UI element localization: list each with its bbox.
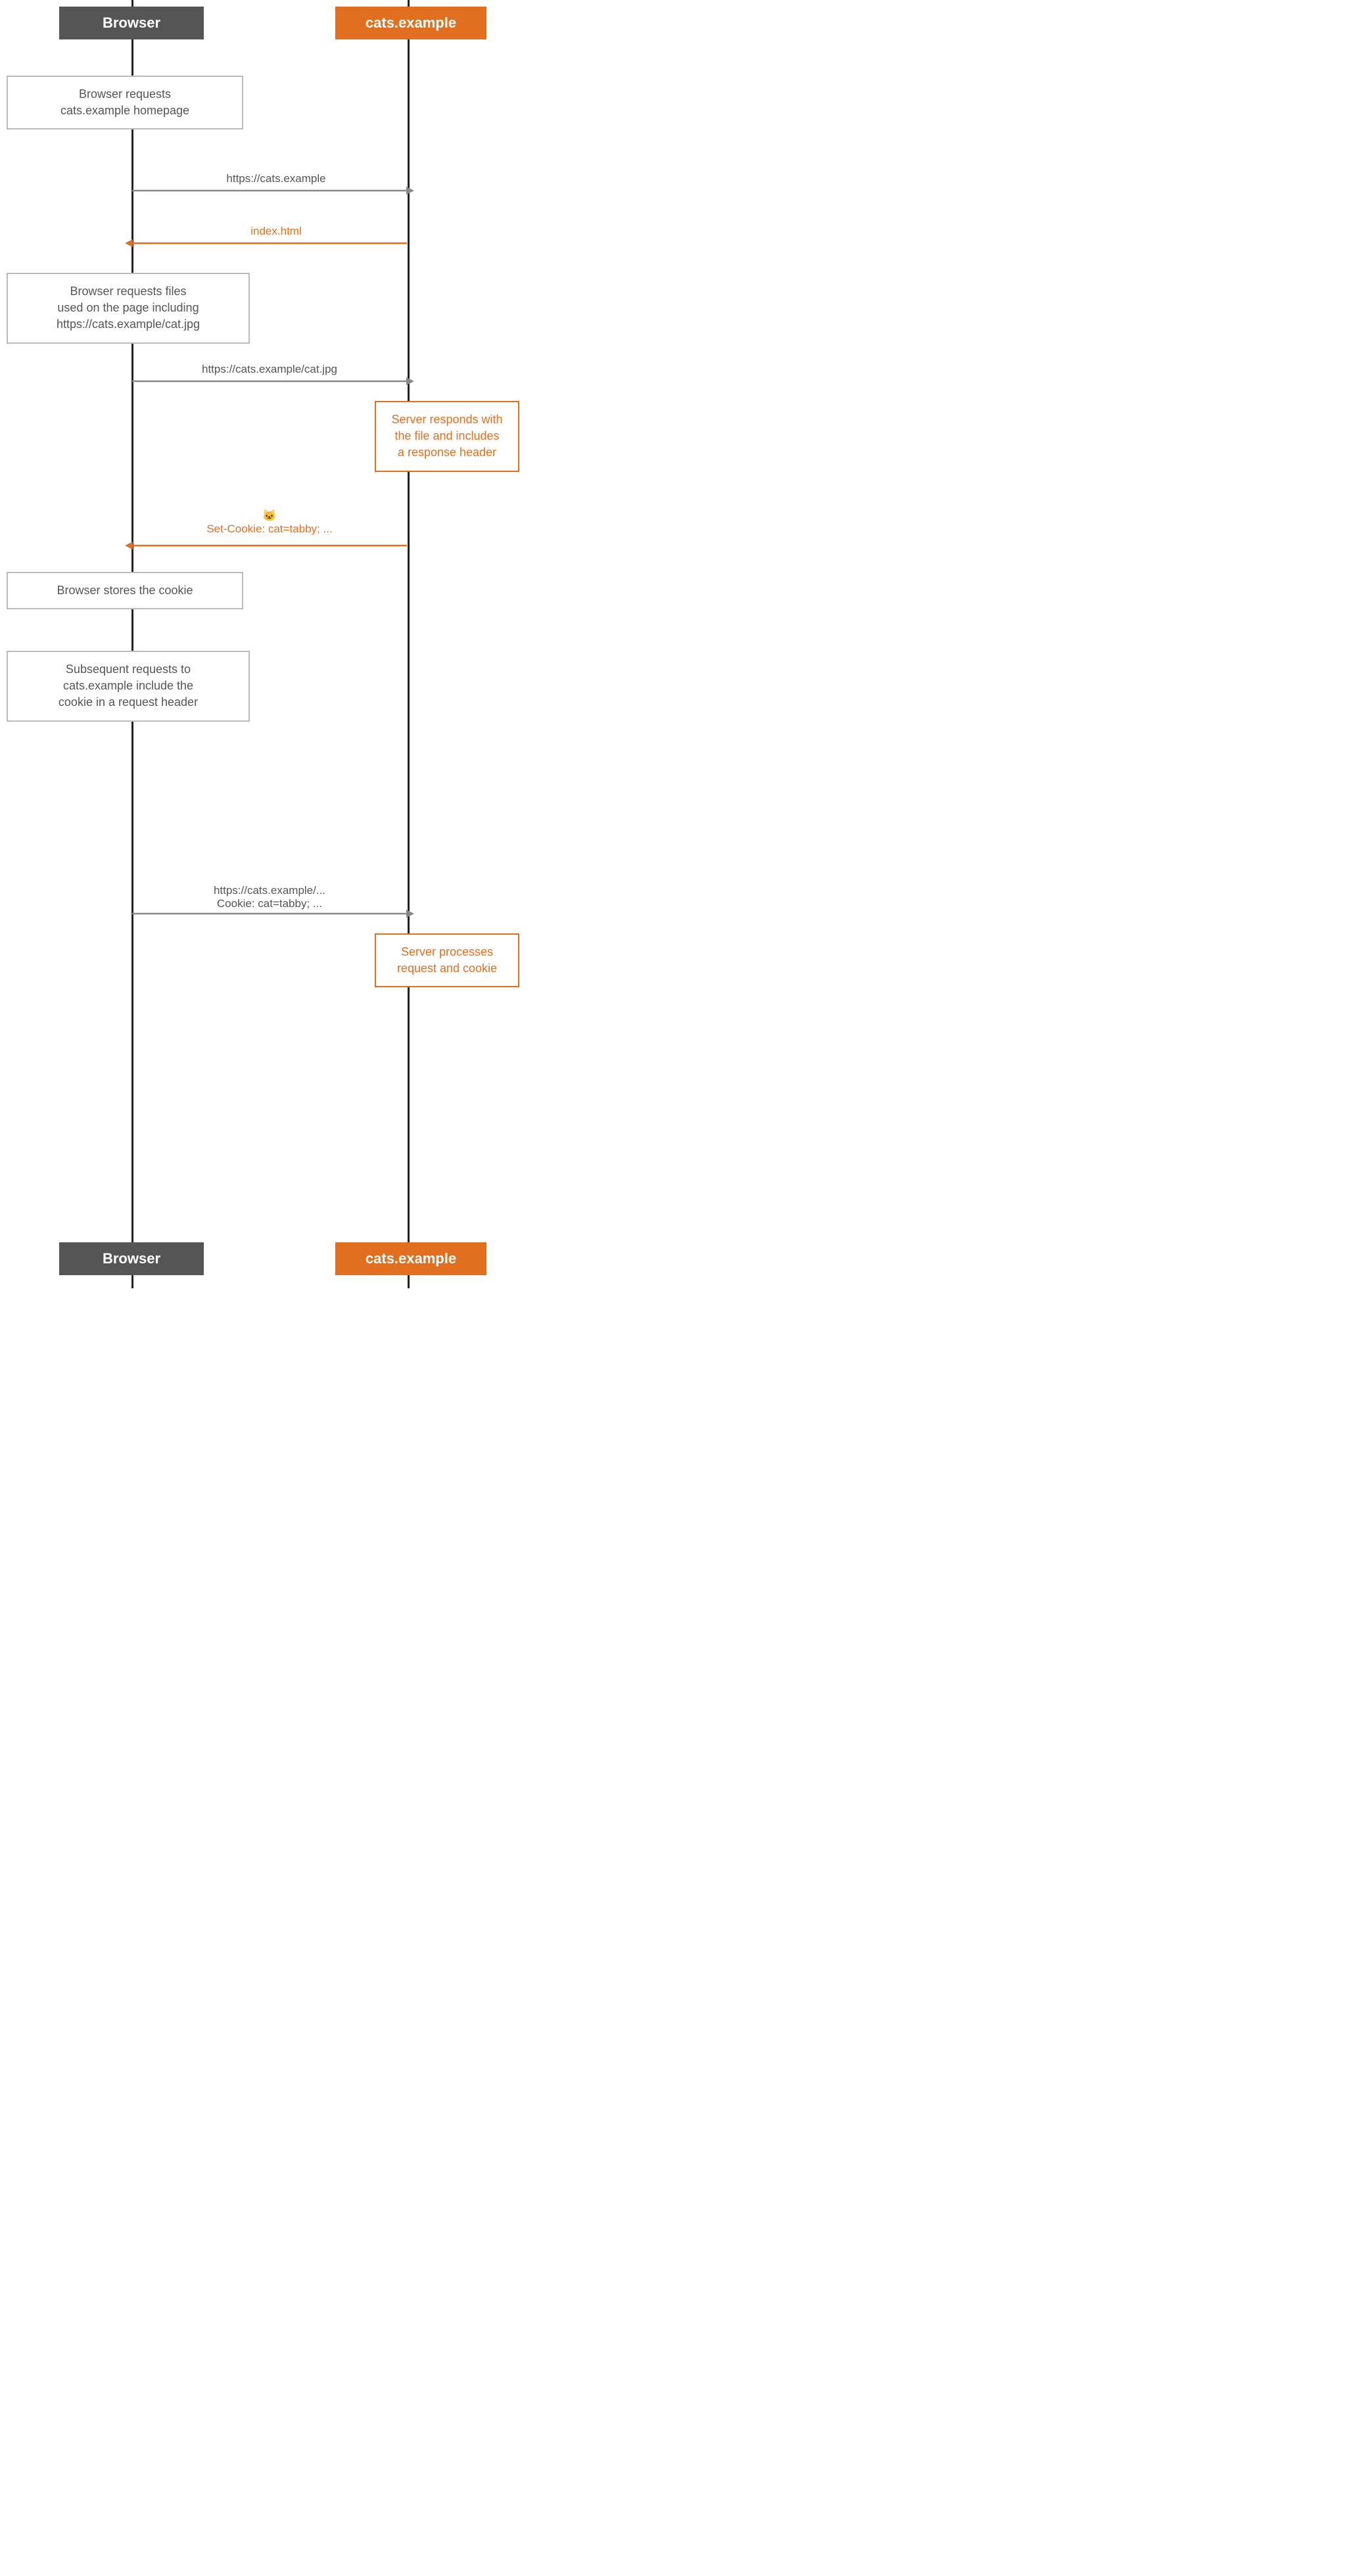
note-server-responds: Server responds withthe file and include… (375, 401, 519, 472)
arrow-cat-jpg-label: https://cats.example/cat.jpg (145, 363, 394, 376)
arrow-https-cats-label: https://cats.example (164, 172, 388, 185)
note-browser-requests-files: Browser requests filesused on the page i… (7, 273, 250, 344)
note-subsequent-requests: Subsequent requests tocats.example inclu… (7, 651, 250, 722)
arrows-svg (0, 0, 526, 1288)
cats-lifeline (408, 0, 410, 1288)
sequence-diagram: Browser cats.example Browser requestscat… (0, 0, 526, 1288)
header-browser: Browser (59, 7, 204, 39)
browser-lifeline (131, 0, 133, 1288)
arrow-set-cookie-label: 🐱Set-Cookie: cat=tabby; ... (151, 509, 388, 536)
footer-cats: cats.example (335, 1242, 486, 1275)
note-browser-requests-homepage: Browser requestscats.example homepage (7, 76, 243, 129)
note-server-processes: Server processesrequest and cookie (375, 933, 519, 987)
arrow-subsequent-label: https://cats.example/...Cookie: cat=tabb… (145, 884, 394, 910)
note-browser-stores: Browser stores the cookie (7, 572, 243, 609)
arrow-index-html-label: index.html (164, 225, 388, 238)
header-cats: cats.example (335, 7, 486, 39)
footer-browser: Browser (59, 1242, 204, 1275)
